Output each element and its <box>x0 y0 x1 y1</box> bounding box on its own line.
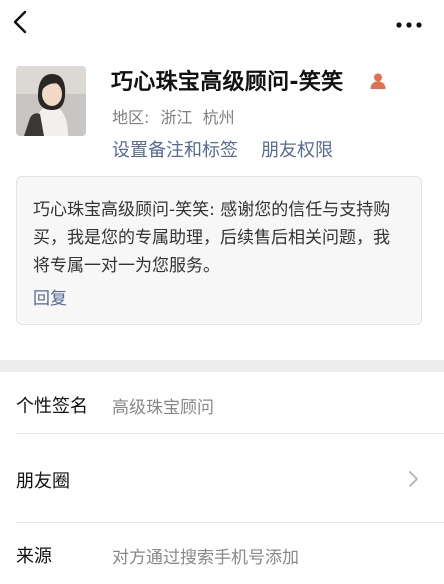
signature-value: 高级珠宝顾问 <box>112 398 214 418</box>
more-button[interactable] <box>394 16 424 28</box>
region-label: 地区: <box>112 108 150 127</box>
more-horizontal-icon <box>396 22 422 28</box>
region-value: 浙江 杭州 <box>160 108 235 127</box>
signature-label: 个性签名 <box>16 396 88 417</box>
person-icon <box>369 72 387 90</box>
reply-link[interactable]: 回复 <box>33 284 67 309</box>
source-label: 来源 <box>16 546 52 567</box>
set-remark-tags-link[interactable]: 设置备注和标签 <box>112 136 238 162</box>
friend-permissions-link[interactable]: 朋友权限 <box>261 136 333 162</box>
section-separator <box>0 360 444 372</box>
source-value: 对方通过搜索手机号添加 <box>112 548 299 568</box>
chevron-left-icon <box>13 10 27 34</box>
avatar[interactable] <box>16 66 86 136</box>
chevron-right-icon <box>406 468 420 490</box>
moments-label: 朋友圈 <box>16 471 70 492</box>
message-text: 巧心珠宝高级顾问-笑笑: 感谢您的信任与支持购买，我是您的专属助理，后续售后相关… <box>33 200 391 276</box>
contact-name: 巧心珠宝高级顾问-笑笑 <box>111 70 344 95</box>
back-button[interactable] <box>8 6 36 38</box>
region-info: 地区: 浙江 杭州 <box>112 104 235 128</box>
